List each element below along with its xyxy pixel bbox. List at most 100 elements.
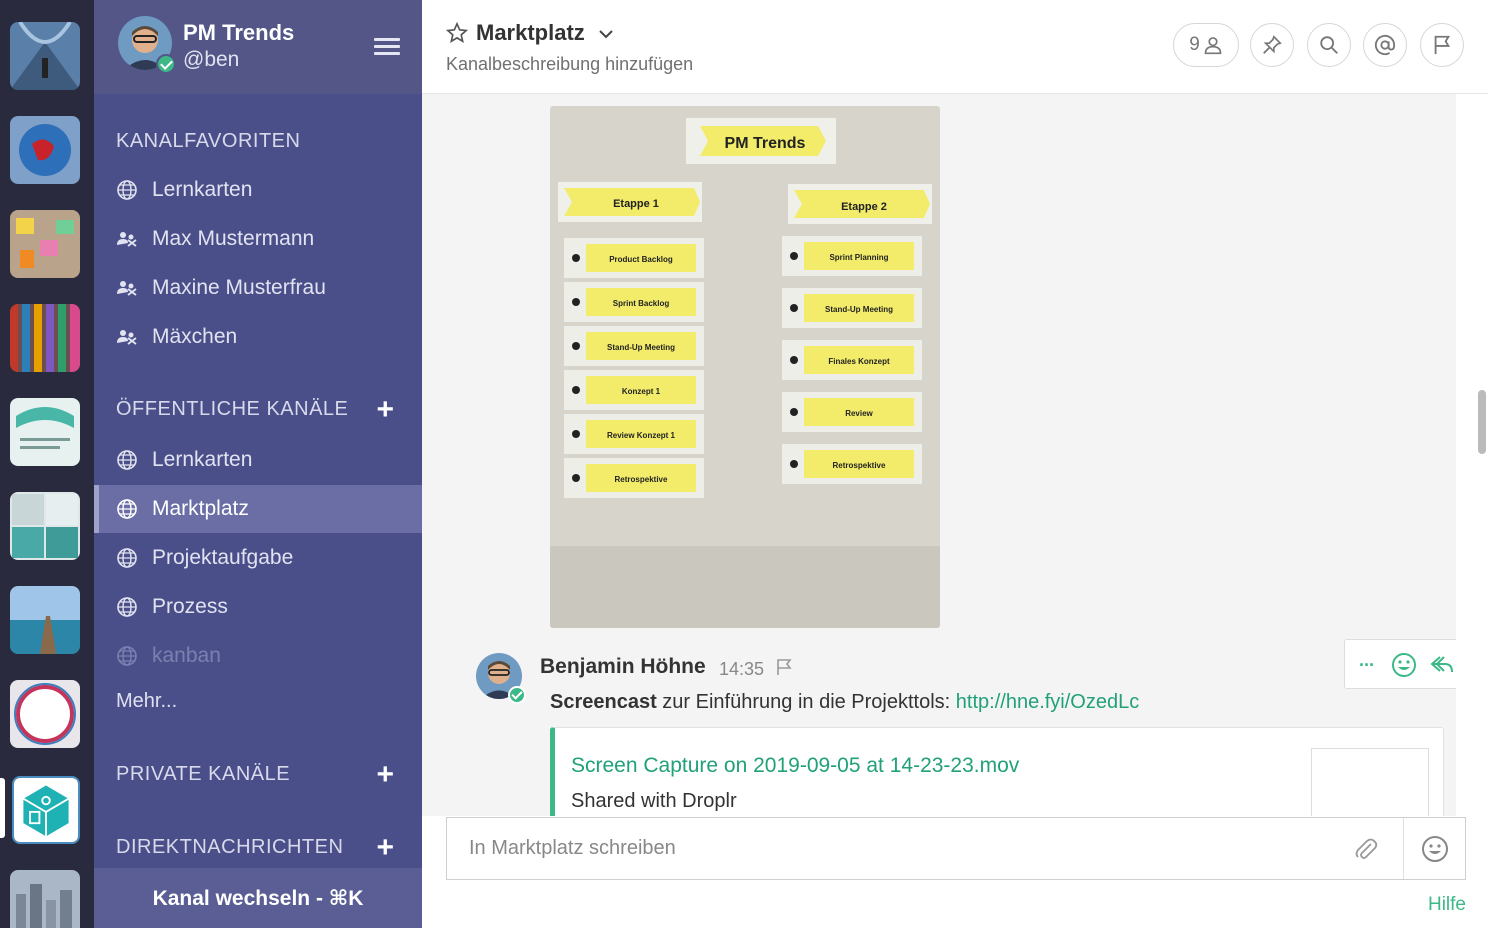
photo-stage2-label: Etappe 2 bbox=[841, 201, 887, 213]
channel-kanban[interactable]: kanban bbox=[94, 632, 422, 680]
photo-card-label: Retrospektive bbox=[615, 475, 668, 484]
post-text: zur Einführung in die Projekttols: bbox=[656, 691, 956, 713]
photo-card-icon bbox=[790, 304, 798, 312]
photo-card-icon bbox=[572, 430, 580, 438]
team-tile-globe[interactable] bbox=[10, 116, 80, 184]
flag-icon[interactable] bbox=[775, 658, 793, 676]
post-text-bold: Screencast bbox=[550, 691, 657, 713]
switch-channel-button[interactable]: Kanal wechseln - ⌘K bbox=[94, 868, 422, 928]
channel-prozess[interactable]: Prozess bbox=[94, 583, 422, 631]
favorite-mäxchen[interactable]: Mäxchen bbox=[94, 313, 422, 361]
emoji-icon[interactable] bbox=[1421, 835, 1449, 863]
group-icon bbox=[117, 232, 137, 247]
channel-label: Marktplatz bbox=[152, 497, 249, 520]
channel-marktplatz[interactable]: Marktplatz bbox=[94, 485, 422, 533]
post-list[interactable]: PM Trends Etappe 1 Etappe 2 Product Back… bbox=[422, 94, 1456, 816]
channel-label: Projektaufgabe bbox=[152, 546, 294, 569]
at-icon bbox=[1374, 34, 1396, 56]
photo-card-label: Sprint Planning bbox=[829, 253, 888, 262]
link-preview-subtitle: Shared with Droplr bbox=[571, 790, 737, 812]
photo-card-label: Stand-Up Meeting bbox=[825, 305, 893, 314]
chevron-down-icon[interactable] bbox=[598, 26, 614, 42]
favorite-lernkarten[interactable]: Lernkarten bbox=[94, 166, 422, 214]
link-preview-thumbnail[interactable] bbox=[1311, 748, 1429, 816]
scrollbar-track[interactable] bbox=[1476, 94, 1488, 816]
hamburger-menu-icon[interactable] bbox=[374, 38, 400, 56]
team-tile-pm-trends[interactable] bbox=[12, 776, 80, 844]
flagged-posts-button[interactable] bbox=[1420, 23, 1464, 67]
username: @ben bbox=[183, 48, 240, 71]
add-private-channel-button[interactable]: + bbox=[376, 760, 394, 790]
more-actions-button[interactable]: ... bbox=[1359, 650, 1385, 676]
online-status-icon bbox=[508, 686, 526, 704]
photo-card-label: Sprint Backlog bbox=[613, 299, 670, 308]
search-icon bbox=[1320, 36, 1338, 54]
mentions-button[interactable] bbox=[1363, 23, 1407, 67]
flag-icon bbox=[1434, 35, 1451, 55]
team-name: PM Trends bbox=[183, 20, 295, 45]
team-tile-notes[interactable] bbox=[10, 210, 80, 278]
emoji-reaction-icon[interactable] bbox=[1391, 652, 1417, 678]
photo-card-icon bbox=[790, 252, 798, 260]
reply-icon[interactable] bbox=[1429, 652, 1455, 678]
photo-card-label: Finales Konzept bbox=[828, 357, 890, 366]
post-time[interactable]: 14:35 bbox=[719, 659, 764, 680]
channel-description[interactable]: Kanalbeschreibung hinzufügen bbox=[446, 54, 693, 75]
globe-icon bbox=[117, 597, 137, 617]
favorite-maxine-musterfrau[interactable]: Maxine Musterfrau bbox=[94, 264, 422, 312]
link-preview-title[interactable]: Screen Capture on 2019-09-05 at 14-23-23… bbox=[571, 754, 1019, 778]
composer-divider bbox=[1403, 818, 1404, 879]
private-channels-heading: PRIVATE KANÄLE bbox=[116, 763, 291, 785]
paperclip-icon[interactable] bbox=[1353, 836, 1379, 862]
channel-label: Lernkarten bbox=[152, 178, 253, 201]
photo-card-icon bbox=[790, 460, 798, 468]
photo-card-label: Review Konzept 1 bbox=[607, 431, 676, 440]
message-composer bbox=[446, 817, 1466, 880]
pinned-posts-button[interactable] bbox=[1250, 23, 1294, 67]
channel-label: Lernkarten bbox=[152, 448, 253, 471]
star-icon[interactable] bbox=[446, 22, 468, 44]
team-tile-logo[interactable] bbox=[10, 398, 80, 466]
photo-card-label: Stand-Up Meeting bbox=[607, 343, 675, 352]
channel-projektaufgabe[interactable]: Projektaufgabe bbox=[94, 534, 422, 582]
photo-card-icon bbox=[572, 386, 580, 394]
user-icon bbox=[1204, 37, 1222, 55]
photo-card-label: Product Backlog bbox=[609, 255, 673, 264]
channel-label: Prozess bbox=[152, 595, 228, 618]
globe-icon bbox=[117, 548, 137, 568]
channel-label: Maxine Musterfrau bbox=[152, 276, 326, 299]
photo-card-label: Review bbox=[845, 409, 873, 418]
help-link[interactable]: Hilfe bbox=[1428, 894, 1466, 916]
team-tile-tiles[interactable] bbox=[10, 492, 80, 560]
scrollbar-thumb[interactable] bbox=[1478, 390, 1486, 454]
search-button[interactable] bbox=[1307, 23, 1351, 67]
public-channels-heading: ÖFFENTLICHE KANÄLE bbox=[116, 398, 349, 420]
team-tile-circle[interactable] bbox=[10, 680, 80, 748]
photo-card-icon bbox=[790, 408, 798, 416]
favorite-max-mustermann[interactable]: Max Mustermann bbox=[94, 215, 422, 263]
direct-messages-heading: DIREKTNACHRICHTEN bbox=[116, 836, 344, 858]
channel-title[interactable]: Marktplatz bbox=[476, 20, 585, 46]
channel-lernkarten[interactable]: Lernkarten bbox=[94, 436, 422, 484]
members-button[interactable]: 9 bbox=[1173, 23, 1239, 67]
main-content: Marktplatz Kanalbeschreibung hinzufügen … bbox=[422, 0, 1488, 928]
channel-label: Mäxchen bbox=[152, 325, 238, 348]
more-channels-link[interactable]: Mehr... bbox=[116, 690, 177, 713]
photo-card-icon bbox=[572, 474, 580, 482]
globe-icon bbox=[117, 646, 137, 666]
link-preview: Screen Capture on 2019-09-05 at 14-23-23… bbox=[550, 727, 1444, 816]
post-link[interactable]: http://hne.fyi/OzedLc bbox=[956, 691, 1139, 713]
team-tile-city[interactable] bbox=[10, 870, 80, 928]
message-input[interactable] bbox=[447, 818, 1341, 879]
pin-icon bbox=[1263, 35, 1282, 54]
post-author[interactable]: Benjamin Höhne bbox=[540, 655, 706, 679]
add-direct-message-button[interactable]: + bbox=[376, 833, 394, 863]
photo-card-icon bbox=[572, 298, 580, 306]
image-attachment[interactable]: PM Trends Etappe 1 Etappe 2 Product Back… bbox=[550, 106, 940, 628]
post-message: Screencast zur Einführung in die Projekt… bbox=[550, 691, 1139, 714]
team-tile-edutex[interactable] bbox=[10, 304, 80, 372]
photo-title-card: PM Trends bbox=[725, 135, 806, 152]
team-tile-pier[interactable] bbox=[10, 586, 80, 654]
add-public-channel-button[interactable]: + bbox=[376, 395, 394, 425]
team-tile-tunnel[interactable] bbox=[10, 22, 80, 90]
